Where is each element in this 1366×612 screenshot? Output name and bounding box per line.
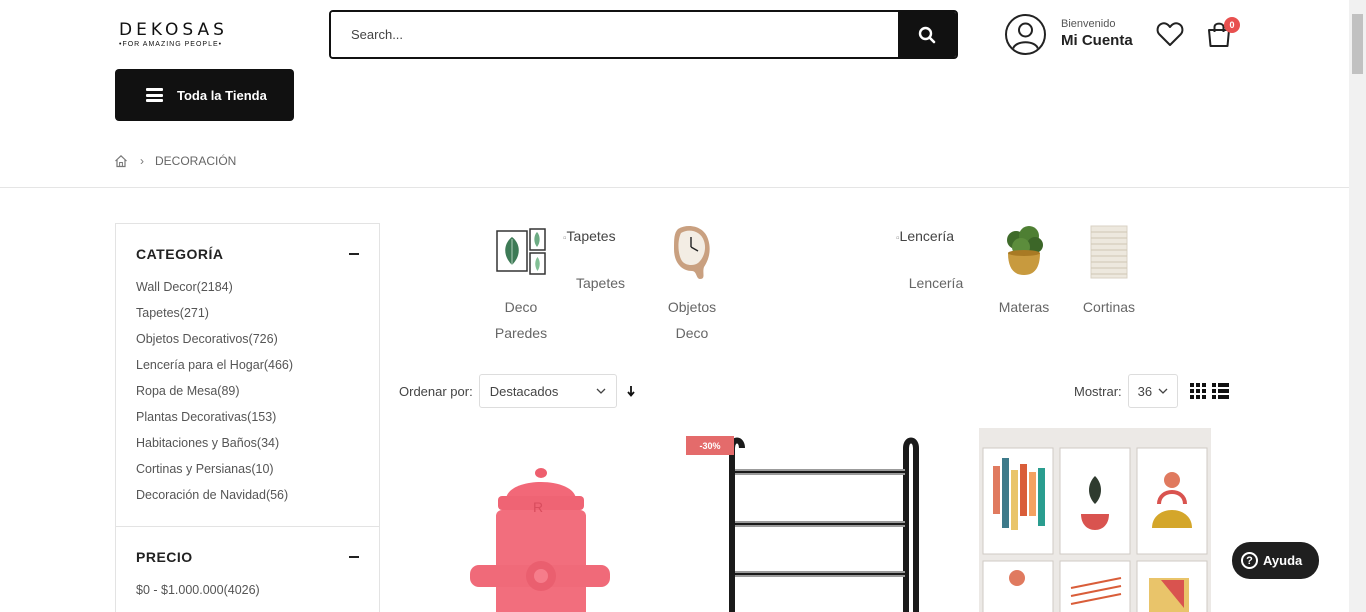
discount-badge: -30% [686, 436, 734, 455]
category-label: Cortinas [1082, 299, 1136, 315]
category-item[interactable]: Ropa de Mesa(89) [136, 378, 359, 404]
search-input[interactable] [331, 12, 898, 57]
search-icon [918, 26, 936, 43]
help-label: Ayuda [1263, 553, 1303, 568]
account-greeting: Bienvenido [1061, 18, 1116, 30]
category-cortinas[interactable]: Cortinas [1069, 223, 1149, 320]
logo-tagline: •FOR AMAZING PEOPLE• [119, 41, 223, 48]
category-filter-title: CATEGORÍA [136, 246, 224, 262]
product-image: R [440, 428, 670, 612]
chevron-down-icon [596, 388, 606, 394]
heart-icon [1156, 22, 1184, 46]
logo-text: DEKOSAS [119, 20, 228, 40]
breadcrumb: › DECORACIÓN [114, 154, 236, 168]
sort-bar: Ordenar por: Destacados [399, 374, 635, 408]
category-item[interactable]: Wall Decor(2184) [136, 274, 359, 300]
product-card[interactable] [979, 428, 1211, 612]
category-item[interactable]: Plantas Decorativas(153) [136, 404, 359, 430]
category-item[interactable]: Decoración de Navidad(56) [136, 482, 359, 508]
show-bar: Mostrar: 36 [1074, 374, 1229, 408]
broken-image-icon: ▫Lencería [896, 228, 955, 244]
help-button[interactable]: ? Ayuda [1232, 542, 1319, 579]
question-icon: ? [1241, 552, 1258, 569]
header-divider [0, 187, 1349, 188]
sort-select[interactable]: Destacados [478, 374, 617, 408]
account-link[interactable]: Bienvenido Mi Cuenta [1005, 14, 1133, 55]
all-store-label: Toda la Tienda [177, 87, 267, 103]
grid-view-icon[interactable] [1189, 383, 1206, 399]
chevron-down-icon [1158, 388, 1168, 394]
category-item[interactable]: Tapetes(271) [136, 300, 359, 326]
cart-count-badge: 0 [1224, 17, 1240, 33]
product-image [686, 428, 930, 612]
show-label: Mostrar: [1074, 383, 1122, 399]
category-filter: CATEGORÍA Wall Decor(2184) Tapetes(271) … [116, 224, 379, 508]
collapse-icon[interactable] [349, 253, 359, 255]
menu-icon [146, 86, 163, 105]
wall-frames-icon [492, 223, 550, 281]
category-label: Objetos Deco [667, 299, 717, 341]
category-label: Lencería [908, 275, 964, 291]
breadcrumb-chevron-icon: › [140, 154, 144, 168]
category-materas[interactable]: Materas [984, 223, 1064, 320]
category-tapetes[interactable]: ▫Tapetes Tapetes [563, 223, 638, 296]
price-filter-title: PRECIO [136, 549, 193, 565]
sort-direction-icon[interactable] [627, 385, 635, 397]
svg-text:R: R [533, 499, 543, 515]
category-item[interactable]: Objetos Decorativos(726) [136, 326, 359, 352]
price-filter: PRECIO $0 - $1.000.000(4026) [116, 527, 379, 603]
broken-image-alt: Tapetes [566, 228, 616, 244]
category-label: Deco Paredes [494, 299, 548, 341]
blind-icon [1080, 223, 1138, 281]
sort-value: Destacados [489, 383, 559, 399]
scrollbar[interactable] [1349, 0, 1366, 612]
broken-image-alt: Lencería [899, 228, 955, 244]
logo[interactable]: DEKOSAS •FOR AMAZING PEOPLE• [119, 20, 234, 48]
price-range-item[interactable]: $0 - $1.000.000(4026) [136, 577, 359, 603]
category-deco-paredes[interactable]: Deco Paredes [481, 223, 561, 346]
sort-label: Ordenar por: [399, 383, 473, 399]
search-bar [329, 10, 958, 59]
all-store-button[interactable]: Toda la Tienda [115, 69, 294, 121]
category-label: Tapetes [575, 275, 626, 291]
home-icon[interactable] [114, 154, 128, 168]
broken-image-icon: ▫Tapetes [563, 228, 616, 244]
category-item[interactable]: Lencería para el Hogar(466) [136, 352, 359, 378]
account-label: Mi Cuenta [1061, 32, 1133, 49]
search-button[interactable] [898, 12, 956, 57]
product-image [979, 428, 1211, 612]
collapse-icon[interactable] [349, 556, 359, 558]
category-label: Materas [998, 299, 1050, 315]
category-objetos-deco[interactable]: Objetos Deco [652, 223, 732, 346]
sidebar-filters: CATEGORÍA Wall Decor(2184) Tapetes(271) … [115, 223, 380, 612]
category-lenceria[interactable]: ▫Lencería Lencería [896, 223, 976, 296]
list-view-icon[interactable] [1211, 383, 1229, 399]
product-card[interactable] [686, 428, 930, 612]
show-count-select[interactable]: 36 [1127, 374, 1178, 408]
wishlist-button[interactable] [1156, 21, 1184, 52]
product-card[interactable]: R [440, 428, 670, 612]
show-count-value: 36 [1137, 383, 1153, 399]
plant-pot-icon [995, 223, 1053, 281]
category-item[interactable]: Cortinas y Persianas(10) [136, 456, 359, 482]
user-icon [1005, 14, 1046, 55]
category-item[interactable]: Habitaciones y Baños(34) [136, 430, 359, 456]
melting-clock-icon [663, 223, 721, 281]
scrollbar-thumb[interactable] [1352, 14, 1363, 74]
breadcrumb-current: DECORACIÓN [155, 154, 237, 168]
